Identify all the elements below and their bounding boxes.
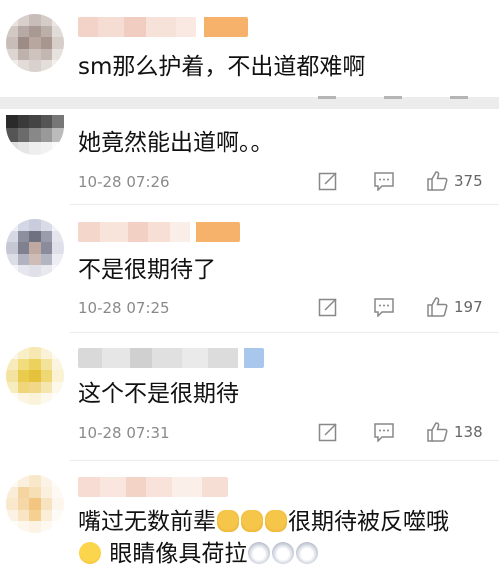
doge-emoji-icon	[265, 510, 287, 532]
timestamp: 10-28 07:25	[78, 299, 170, 317]
comment-text: 不是很期待了	[78, 257, 216, 283]
doge-emoji-icon	[241, 510, 263, 532]
comment-text: 这个不是很期待	[78, 381, 239, 407]
doge-emoji-icon	[217, 510, 239, 532]
edit-icon	[318, 423, 337, 442]
avatar[interactable]	[6, 347, 64, 405]
username-blurred[interactable]	[78, 17, 248, 37]
scared-emoji-icon	[296, 542, 319, 564]
comment-text-line-2: 眼睛像具荷拉	[78, 539, 319, 569]
scared-emoji-icon	[272, 542, 295, 564]
truncated-actions	[318, 96, 468, 100]
like-button[interactable]: 138	[426, 421, 483, 443]
comment-text-part: 眼睛像具荷拉	[109, 541, 248, 567]
comment-text-part: 很期待被反噬哦	[288, 509, 449, 535]
thumbs-up-icon	[427, 297, 448, 317]
comment-3: 不是很期待了 10-28 07:25 197	[0, 205, 499, 332]
like-count: 138	[454, 423, 483, 441]
comment-5: 嘴过无数前辈 很期待被反噬哦 眼睛像具荷拉	[0, 461, 499, 572]
comment-icon	[374, 298, 394, 317]
like-button[interactable]: 375	[426, 170, 483, 192]
timestamp: 10-28 07:26	[78, 173, 170, 191]
comment-feed: sm那么护着，不出道都难啊 她竟然能出道啊。。 10-28 07:26 375	[0, 0, 499, 572]
timestamp: 10-28 07:31	[78, 424, 170, 442]
like-button[interactable]: 197	[426, 296, 483, 318]
like-count: 197	[454, 298, 483, 316]
comment-4: 这个不是很期待 10-28 07:31 138	[0, 333, 499, 460]
avatar[interactable]	[6, 115, 64, 155]
username-blurred[interactable]	[78, 348, 264, 368]
comment-2: 她竟然能出道啊。。 10-28 07:26 375	[0, 109, 499, 204]
like-count: 375	[454, 172, 483, 190]
comment-text: sm那么护着，不出道都难啊	[78, 54, 366, 80]
comment-text-part: 嘴过无数前辈	[78, 509, 216, 535]
username-blurred[interactable]	[78, 477, 228, 497]
repost-button[interactable]	[318, 297, 338, 317]
comment-icon	[374, 423, 394, 442]
username-blurred[interactable]	[78, 222, 240, 242]
scared-emoji-icon	[248, 542, 271, 564]
avatar[interactable]	[6, 475, 64, 533]
reply-button[interactable]	[373, 422, 395, 442]
repost-button[interactable]	[318, 422, 338, 442]
thumbs-up-icon	[427, 422, 448, 442]
avatar[interactable]	[6, 14, 64, 72]
smile-emoji-icon	[79, 542, 101, 564]
edit-icon	[318, 172, 337, 191]
reply-button[interactable]	[373, 297, 395, 317]
reply-button[interactable]	[373, 171, 395, 191]
comment-text: 她竟然能出道啊。。	[78, 130, 274, 156]
edit-icon	[318, 298, 337, 317]
comment-1: sm那么护着，不出道都难啊	[0, 0, 499, 98]
comment-icon	[374, 172, 394, 191]
repost-button[interactable]	[318, 171, 338, 191]
comment-text: 嘴过无数前辈 很期待被反噬哦	[78, 507, 449, 537]
avatar[interactable]	[6, 219, 64, 277]
thumbs-up-icon	[427, 171, 448, 191]
